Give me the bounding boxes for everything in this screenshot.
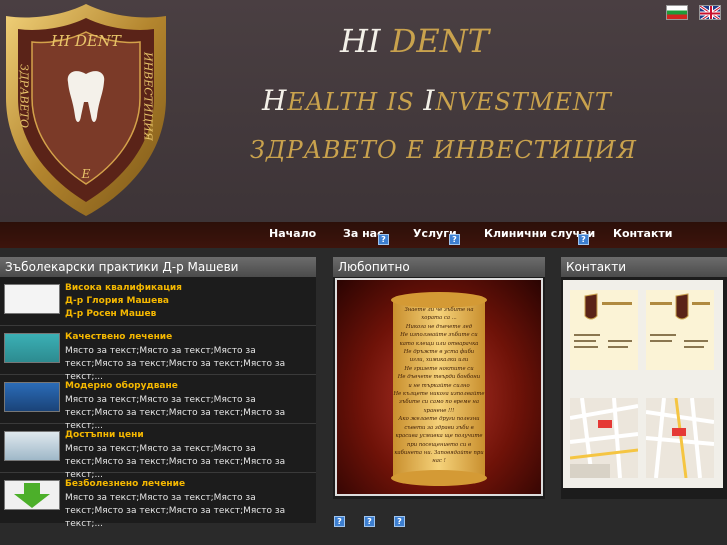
doctor-name[interactable]: Д-р Росен Машев xyxy=(65,309,156,319)
list-item[interactable]: Модерно оборудване Място за текст;Място … xyxy=(0,375,316,431)
list-item-text: Място за текст;Място за текст;Място за т… xyxy=(65,493,286,529)
missing-image-icon[interactable]: ? xyxy=(334,516,345,527)
scroll-text-line: хората са ... xyxy=(421,315,457,322)
scroll-text-line: при посещението си в xyxy=(406,441,472,448)
logo-right-text: ИНВЕСТИЦИЯ xyxy=(142,51,155,142)
subtitle-nvestment: NVESTMENT xyxy=(435,88,612,116)
curious-scroll-image[interactable]: Знаете ли че зъбите на хората са ... Никог… xyxy=(335,278,543,496)
subtitle-cap-i: I xyxy=(423,84,436,117)
subtitle-ealth: EALTH IS xyxy=(287,88,424,116)
scroll-text-line: като клещи или отварачка xyxy=(399,340,479,347)
prices-thumbnail xyxy=(4,431,60,461)
list-item-title[interactable]: Безболезнено лечение xyxy=(65,479,185,489)
scroll-text-line: зъбите си само по време на xyxy=(398,399,480,406)
curious-panel-title: Любопитно xyxy=(333,257,545,277)
scroll-text-line: Не използвайте зъбите си xyxy=(400,332,478,339)
missing-image-icon[interactable]: ? xyxy=(394,516,405,527)
scroll-text-line: хранене !!! xyxy=(423,407,455,414)
painless-thumbnail xyxy=(4,480,60,510)
scroll-text-line: нас ! xyxy=(432,458,446,465)
missing-image-icon[interactable]: ? xyxy=(364,516,375,527)
english-flag-icon[interactable] xyxy=(699,5,721,20)
bulgarian-flag-icon[interactable] xyxy=(666,5,688,20)
practices-panel: Висока квалификация Д-р Глория Машева Д-… xyxy=(0,277,316,529)
scroll-text-line: Не дъвчете твърди бонбони xyxy=(397,374,481,381)
down-arrow-icon xyxy=(14,483,50,508)
logo-shield[interactable]: HI DENT ЗДРАВЕТО ИНВЕСТИЦИЯ Е xyxy=(2,2,170,218)
missing-image-icon: ? xyxy=(578,234,589,245)
certificate-thumbnail xyxy=(4,284,60,314)
map-image[interactable] xyxy=(646,398,714,478)
title-hi: HI xyxy=(340,22,381,60)
nav-contacts[interactable]: Контакти xyxy=(613,227,673,240)
list-item[interactable]: Висока квалификация Д-р Глория Машева Д-… xyxy=(0,277,316,326)
site-tagline: ЗДРАВЕТО Е ИНВЕСТИЦИЯ xyxy=(250,136,637,164)
practices-panel-title: Зъболекарски практики Д-р Машеви xyxy=(0,257,316,277)
scroll-text-line: Ако желаете други полезни xyxy=(398,416,480,423)
list-item-title[interactable]: Достъпни цени xyxy=(65,430,144,440)
scroll-text: Знаете ли че зъбите на хората са ... Никог… xyxy=(391,306,487,466)
doctor-name[interactable]: Д-р Глория Машева xyxy=(65,296,169,306)
list-item-title[interactable]: Висока квалификация xyxy=(65,283,182,293)
contacts-panel-title: Контакти xyxy=(561,257,727,277)
missing-image-icon: ? xyxy=(449,234,460,245)
list-item[interactable]: Качествено лечение Място за текст;Място … xyxy=(0,326,316,382)
scroll-text-line: съвети за здрави зъби в xyxy=(404,424,474,431)
scroll-text-line: Не кълцете никога изполвайте xyxy=(393,391,485,398)
treatment-thumbnail xyxy=(4,333,60,363)
nav-home[interactable]: Начало xyxy=(269,227,316,240)
list-item-title[interactable]: Модерно оборудване xyxy=(65,381,178,391)
scroll-text-line: красива усмивка ще получите xyxy=(395,433,483,440)
list-item[interactable]: Достъпни цени Място за текст;Място за те… xyxy=(0,424,316,480)
missing-image-icon: ? xyxy=(378,234,389,245)
map-image[interactable] xyxy=(570,398,638,478)
logo-bottom-text: Е xyxy=(81,167,91,181)
site-subtitle: HEALTH IS INVESTMENT xyxy=(262,84,612,117)
subtitle-cap-h: H xyxy=(262,84,288,117)
scroll-text-line: кабинета ни. Заповядайте при xyxy=(394,449,484,456)
scroll-text-line: Не гризете ноктите си xyxy=(404,365,474,372)
scroll-text-line: Не дръжте в уста фиби xyxy=(403,349,475,356)
scroll-text-line: и не търкайте силно xyxy=(408,382,470,389)
list-item[interactable]: Безболезнено лечение Място за текст;Мяст… xyxy=(0,473,316,529)
equipment-thumbnail xyxy=(4,382,60,412)
title-dent: DENT xyxy=(390,22,490,60)
scroll-text-line: игли, химикалки или xyxy=(409,357,469,364)
scroll-text-line: Знаете ли че зъбите на xyxy=(404,307,474,313)
main-nav: Начало За нас Услуги Клинични случаи Кон… xyxy=(0,222,727,248)
site-title: HI DENT xyxy=(340,22,489,60)
business-card-image[interactable] xyxy=(570,290,638,370)
logo-left-text: ЗДРАВЕТО xyxy=(18,64,31,128)
logo-top-text: HI DENT xyxy=(50,32,122,50)
scroll-text-line: Никога не дъвчете лед xyxy=(405,323,473,330)
contacts-images[interactable] xyxy=(563,280,723,488)
list-item-title[interactable]: Качествено лечение xyxy=(65,332,172,342)
business-card-image[interactable] xyxy=(646,290,714,370)
header: HI DENT ЗДРАВЕТО ИНВЕСТИЦИЯ Е HI DENT HE… xyxy=(0,0,727,222)
